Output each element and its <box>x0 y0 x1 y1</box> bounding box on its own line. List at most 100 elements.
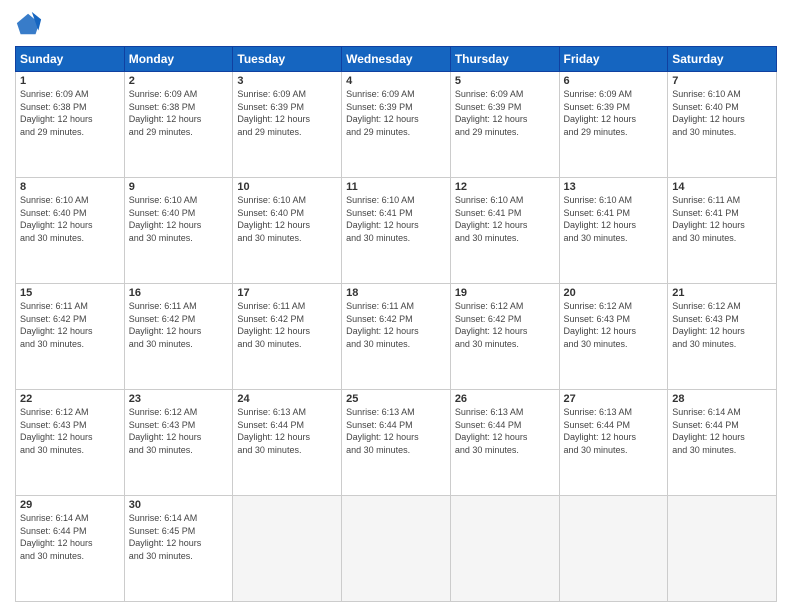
day-info: Sunrise: 6:09 AMSunset: 6:39 PMDaylight:… <box>455 89 528 137</box>
calendar-cell <box>450 496 559 602</box>
calendar-cell: 5 Sunrise: 6:09 AMSunset: 6:39 PMDayligh… <box>450 72 559 178</box>
day-info: Sunrise: 6:13 AMSunset: 6:44 PMDaylight:… <box>237 407 310 455</box>
day-info: Sunrise: 6:12 AMSunset: 6:42 PMDaylight:… <box>455 301 528 349</box>
day-number: 5 <box>455 75 555 87</box>
calendar-cell: 1 Sunrise: 6:09 AMSunset: 6:38 PMDayligh… <box>16 72 125 178</box>
calendar-cell: 17 Sunrise: 6:11 AMSunset: 6:42 PMDaylig… <box>233 284 342 390</box>
day-info: Sunrise: 6:09 AMSunset: 6:38 PMDaylight:… <box>129 89 202 137</box>
day-info: Sunrise: 6:09 AMSunset: 6:39 PMDaylight:… <box>346 89 419 137</box>
day-info: Sunrise: 6:10 AMSunset: 6:40 PMDaylight:… <box>672 89 745 137</box>
calendar-cell: 27 Sunrise: 6:13 AMSunset: 6:44 PMDaylig… <box>559 390 668 496</box>
day-info: Sunrise: 6:11 AMSunset: 6:42 PMDaylight:… <box>237 301 310 349</box>
calendar-week-row: 15 Sunrise: 6:11 AMSunset: 6:42 PMDaylig… <box>16 284 777 390</box>
day-number: 26 <box>455 393 555 405</box>
day-number: 19 <box>455 287 555 299</box>
calendar-cell: 21 Sunrise: 6:12 AMSunset: 6:43 PMDaylig… <box>668 284 777 390</box>
calendar-cell: 14 Sunrise: 6:11 AMSunset: 6:41 PMDaylig… <box>668 178 777 284</box>
day-info: Sunrise: 6:09 AMSunset: 6:39 PMDaylight:… <box>237 89 310 137</box>
calendar-header-tuesday: Tuesday <box>233 47 342 72</box>
day-info: Sunrise: 6:10 AMSunset: 6:40 PMDaylight:… <box>20 195 93 243</box>
day-number: 17 <box>237 287 337 299</box>
day-number: 21 <box>672 287 772 299</box>
calendar-header-friday: Friday <box>559 47 668 72</box>
calendar-cell: 22 Sunrise: 6:12 AMSunset: 6:43 PMDaylig… <box>16 390 125 496</box>
day-number: 13 <box>564 181 664 193</box>
calendar-cell: 4 Sunrise: 6:09 AMSunset: 6:39 PMDayligh… <box>342 72 451 178</box>
day-info: Sunrise: 6:10 AMSunset: 6:41 PMDaylight:… <box>455 195 528 243</box>
calendar-cell: 2 Sunrise: 6:09 AMSunset: 6:38 PMDayligh… <box>124 72 233 178</box>
day-info: Sunrise: 6:11 AMSunset: 6:42 PMDaylight:… <box>346 301 419 349</box>
calendar-cell: 16 Sunrise: 6:11 AMSunset: 6:42 PMDaylig… <box>124 284 233 390</box>
calendar-cell: 7 Sunrise: 6:10 AMSunset: 6:40 PMDayligh… <box>668 72 777 178</box>
calendar-header-row: SundayMondayTuesdayWednesdayThursdayFrid… <box>16 47 777 72</box>
day-number: 9 <box>129 181 229 193</box>
day-number: 15 <box>20 287 120 299</box>
day-info: Sunrise: 6:12 AMSunset: 6:43 PMDaylight:… <box>564 301 637 349</box>
day-number: 23 <box>129 393 229 405</box>
calendar-cell <box>668 496 777 602</box>
day-info: Sunrise: 6:10 AMSunset: 6:40 PMDaylight:… <box>129 195 202 243</box>
calendar-cell: 8 Sunrise: 6:10 AMSunset: 6:40 PMDayligh… <box>16 178 125 284</box>
calendar-week-row: 1 Sunrise: 6:09 AMSunset: 6:38 PMDayligh… <box>16 72 777 178</box>
calendar-table: SundayMondayTuesdayWednesdayThursdayFrid… <box>15 46 777 602</box>
day-number: 16 <box>129 287 229 299</box>
day-info: Sunrise: 6:09 AMSunset: 6:39 PMDaylight:… <box>564 89 637 137</box>
day-number: 25 <box>346 393 446 405</box>
day-info: Sunrise: 6:09 AMSunset: 6:38 PMDaylight:… <box>20 89 93 137</box>
day-info: Sunrise: 6:10 AMSunset: 6:40 PMDaylight:… <box>237 195 310 243</box>
day-number: 22 <box>20 393 120 405</box>
calendar-cell: 6 Sunrise: 6:09 AMSunset: 6:39 PMDayligh… <box>559 72 668 178</box>
day-info: Sunrise: 6:12 AMSunset: 6:43 PMDaylight:… <box>672 301 745 349</box>
day-number: 14 <box>672 181 772 193</box>
day-info: Sunrise: 6:11 AMSunset: 6:41 PMDaylight:… <box>672 195 745 243</box>
day-number: 20 <box>564 287 664 299</box>
header <box>15 10 777 38</box>
calendar-cell: 11 Sunrise: 6:10 AMSunset: 6:41 PMDaylig… <box>342 178 451 284</box>
day-number: 1 <box>20 75 120 87</box>
day-number: 11 <box>346 181 446 193</box>
calendar-cell: 30 Sunrise: 6:14 AMSunset: 6:45 PMDaylig… <box>124 496 233 602</box>
calendar-cell: 9 Sunrise: 6:10 AMSunset: 6:40 PMDayligh… <box>124 178 233 284</box>
day-number: 18 <box>346 287 446 299</box>
day-number: 2 <box>129 75 229 87</box>
day-info: Sunrise: 6:12 AMSunset: 6:43 PMDaylight:… <box>129 407 202 455</box>
day-info: Sunrise: 6:11 AMSunset: 6:42 PMDaylight:… <box>129 301 202 349</box>
calendar-week-row: 29 Sunrise: 6:14 AMSunset: 6:44 PMDaylig… <box>16 496 777 602</box>
day-number: 27 <box>564 393 664 405</box>
calendar-cell: 12 Sunrise: 6:10 AMSunset: 6:41 PMDaylig… <box>450 178 559 284</box>
day-info: Sunrise: 6:14 AMSunset: 6:44 PMDaylight:… <box>672 407 745 455</box>
calendar-header-monday: Monday <box>124 47 233 72</box>
day-number: 6 <box>564 75 664 87</box>
logo-icon <box>15 10 43 38</box>
calendar-cell: 28 Sunrise: 6:14 AMSunset: 6:44 PMDaylig… <box>668 390 777 496</box>
logo <box>15 10 47 38</box>
day-info: Sunrise: 6:11 AMSunset: 6:42 PMDaylight:… <box>20 301 93 349</box>
day-number: 28 <box>672 393 772 405</box>
calendar-cell: 3 Sunrise: 6:09 AMSunset: 6:39 PMDayligh… <box>233 72 342 178</box>
calendar-cell: 26 Sunrise: 6:13 AMSunset: 6:44 PMDaylig… <box>450 390 559 496</box>
day-info: Sunrise: 6:13 AMSunset: 6:44 PMDaylight:… <box>346 407 419 455</box>
calendar-cell <box>342 496 451 602</box>
calendar-body: 1 Sunrise: 6:09 AMSunset: 6:38 PMDayligh… <box>16 72 777 602</box>
day-number: 3 <box>237 75 337 87</box>
calendar-cell: 25 Sunrise: 6:13 AMSunset: 6:44 PMDaylig… <box>342 390 451 496</box>
calendar-week-row: 22 Sunrise: 6:12 AMSunset: 6:43 PMDaylig… <box>16 390 777 496</box>
day-number: 7 <box>672 75 772 87</box>
day-number: 29 <box>20 499 120 511</box>
calendar-cell: 23 Sunrise: 6:12 AMSunset: 6:43 PMDaylig… <box>124 390 233 496</box>
calendar-cell: 15 Sunrise: 6:11 AMSunset: 6:42 PMDaylig… <box>16 284 125 390</box>
calendar-cell: 29 Sunrise: 6:14 AMSunset: 6:44 PMDaylig… <box>16 496 125 602</box>
day-info: Sunrise: 6:10 AMSunset: 6:41 PMDaylight:… <box>346 195 419 243</box>
day-info: Sunrise: 6:13 AMSunset: 6:44 PMDaylight:… <box>455 407 528 455</box>
page: SundayMondayTuesdayWednesdayThursdayFrid… <box>0 0 792 612</box>
calendar-cell: 19 Sunrise: 6:12 AMSunset: 6:42 PMDaylig… <box>450 284 559 390</box>
day-number: 30 <box>129 499 229 511</box>
calendar-cell: 10 Sunrise: 6:10 AMSunset: 6:40 PMDaylig… <box>233 178 342 284</box>
day-info: Sunrise: 6:13 AMSunset: 6:44 PMDaylight:… <box>564 407 637 455</box>
calendar-header-sunday: Sunday <box>16 47 125 72</box>
calendar-header-saturday: Saturday <box>668 47 777 72</box>
day-number: 12 <box>455 181 555 193</box>
day-info: Sunrise: 6:14 AMSunset: 6:44 PMDaylight:… <box>20 513 93 561</box>
calendar-cell: 13 Sunrise: 6:10 AMSunset: 6:41 PMDaylig… <box>559 178 668 284</box>
day-info: Sunrise: 6:14 AMSunset: 6:45 PMDaylight:… <box>129 513 202 561</box>
